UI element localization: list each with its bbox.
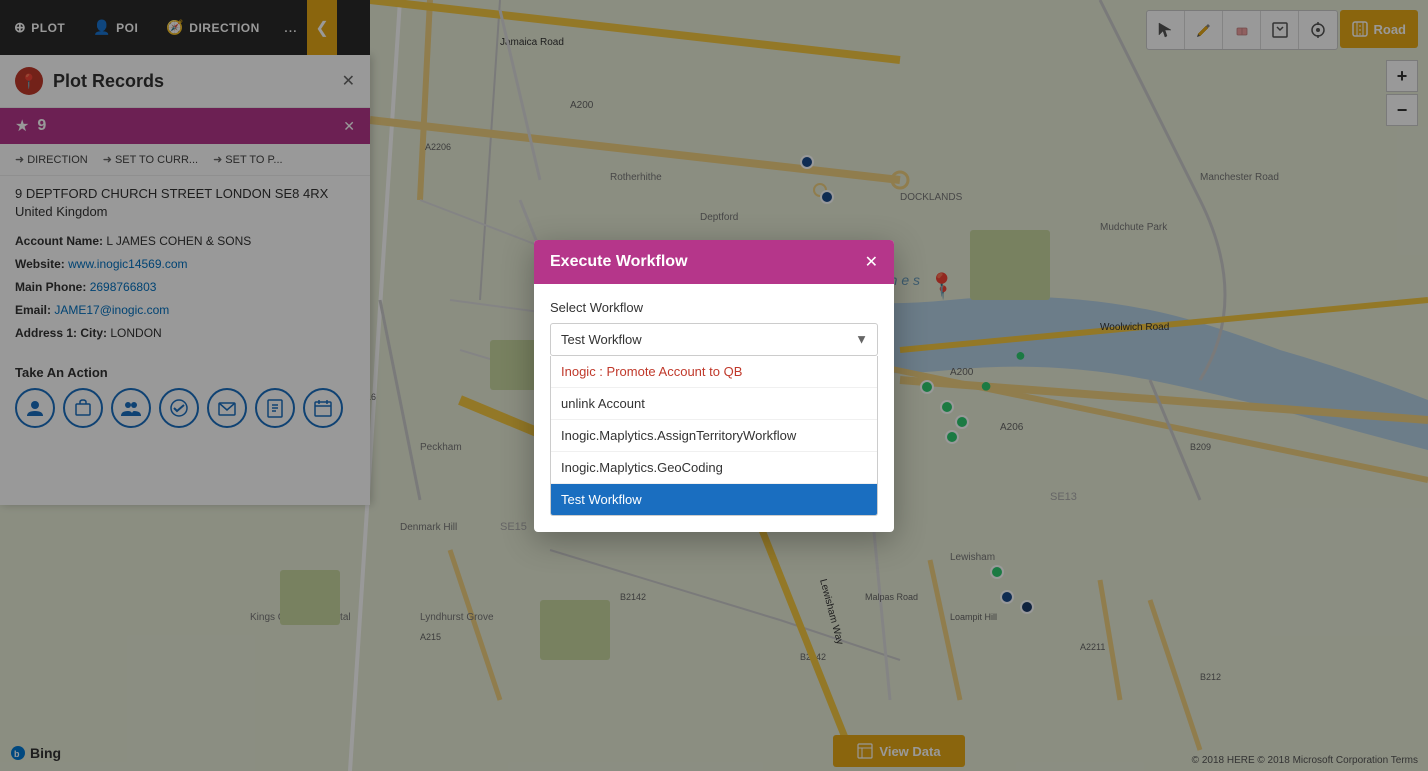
workflow-select-label: Select Workflow (550, 300, 878, 315)
dropdown-item-4-label: Inogic.Maplytics.GeoCoding (561, 460, 723, 475)
dropdown-item-3[interactable]: Inogic.Maplytics.AssignTerritoryWorkflow (551, 420, 877, 452)
workflow-select-wrapper: Inogic : Promote Account to QBunlink Acc… (550, 323, 878, 356)
dropdown-item-5-label: Test Workflow (561, 492, 642, 507)
modal-title: Execute Workflow (550, 253, 688, 271)
modal-close-btn[interactable]: ✕ (865, 252, 878, 272)
dropdown-item-1[interactable]: Inogic : Promote Account to QB (551, 356, 877, 388)
modal-header: Execute Workflow ✕ (534, 240, 894, 284)
dropdown-item-4[interactable]: Inogic.Maplytics.GeoCoding (551, 452, 877, 484)
workflow-dropdown-list: Inogic : Promote Account to QB unlink Ac… (550, 356, 878, 516)
dropdown-item-2[interactable]: unlink Account (551, 388, 877, 420)
dropdown-item-2-label: unlink Account (561, 396, 645, 411)
modal-body: Select Workflow Inogic : Promote Account… (534, 284, 894, 532)
workflow-modal: Execute Workflow ✕ Select Workflow Inogi… (534, 240, 894, 532)
dropdown-item-1-highlight: Inogic : Promote Account to QB (561, 364, 742, 379)
dropdown-item-5[interactable]: Test Workflow (551, 484, 877, 515)
modal-overlay[interactable]: Execute Workflow ✕ Select Workflow Inogi… (0, 0, 1428, 771)
dropdown-item-3-label: Inogic.Maplytics.AssignTerritoryWorkflow (561, 428, 796, 443)
workflow-select[interactable]: Inogic : Promote Account to QBunlink Acc… (550, 323, 878, 356)
